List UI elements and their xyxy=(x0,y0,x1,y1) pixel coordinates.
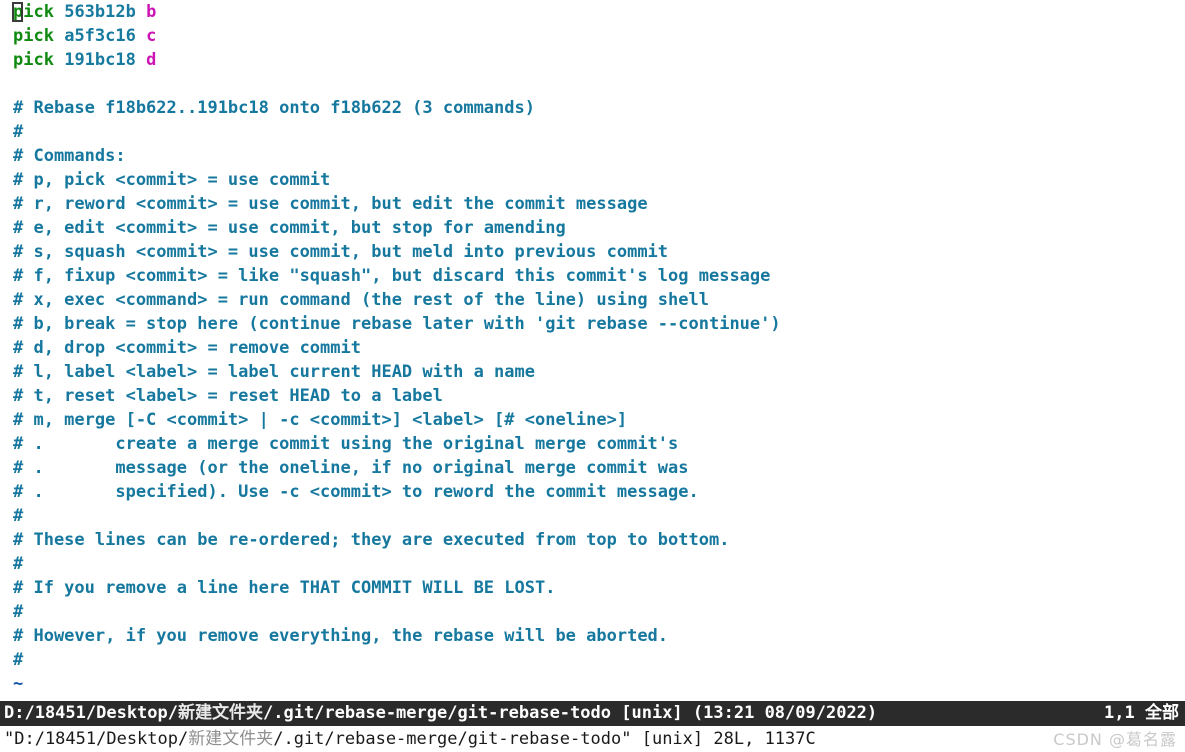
buffer-line[interactable]: # x, exec <command> = run command (the r… xyxy=(0,288,1185,312)
scroll-indicator: 全部 xyxy=(1145,703,1179,723)
cmdline-path-rest: /.git/rebase-merge/git-rebase-todo" xyxy=(273,729,632,749)
block-cursor: pick xyxy=(12,0,54,24)
buffer-line[interactable]: # e, edit <commit> = use commit, but sto… xyxy=(0,216,1185,240)
buffer-line[interactable]: # . create a merge commit using the orig… xyxy=(0,432,1185,456)
text-buffer[interactable]: pick 563b12b b pick a5f3c16 c pick 191bc… xyxy=(0,0,1185,701)
status-path-prefix: D:/18451/Desktop/ xyxy=(4,703,178,723)
status-timestamp: (13:21 08/09/2022) xyxy=(692,703,878,723)
buffer-line[interactable]: # xyxy=(0,120,1185,144)
status-line: D:/18451/Desktop/新建文件夹/.git/rebase-merge… xyxy=(0,701,1185,726)
buffer-line[interactable]: # xyxy=(0,504,1185,528)
status-path-cjk: 新建文件夹 xyxy=(178,703,263,723)
commit-message[interactable]: d xyxy=(146,50,156,70)
buffer-line[interactable]: # . specified). Use -c <commit> to rewor… xyxy=(0,480,1185,504)
buffer-line[interactable]: # r, reword <commit> = use commit, but e… xyxy=(0,192,1185,216)
cmdline-path-cjk: 新建文件夹 xyxy=(188,729,274,749)
rebase-command-keyword[interactable]: pick xyxy=(13,50,54,70)
commit-message[interactable]: c xyxy=(146,26,156,46)
end-of-buffer-tilde: ~ xyxy=(13,674,24,694)
buffer-line[interactable] xyxy=(0,72,1185,96)
buffer-line[interactable]: # If you remove a line here THAT COMMIT … xyxy=(0,576,1185,600)
buffer-line[interactable]: # However, if you remove everything, the… xyxy=(0,624,1185,648)
cmdline-path-open: "D:/18451/Desktop/ xyxy=(4,729,189,749)
buffer-line[interactable]: # b, break = stop here (continue rebase … xyxy=(0,312,1185,336)
todo-line[interactable]: pick a5f3c16 c xyxy=(0,24,1185,48)
buffer-line[interactable]: # m, merge [-C <commit> | -c <commit>] <… xyxy=(0,408,1185,432)
status-file-info: D:/18451/Desktop/新建文件夹/.git/rebase-merge… xyxy=(0,701,877,726)
cursor-position: 1,1 xyxy=(1104,703,1135,723)
cmdline-file-format: [unix] xyxy=(641,729,704,749)
buffer-line[interactable]: # xyxy=(0,600,1185,624)
commit-hash[interactable]: 191bc18 xyxy=(64,50,136,70)
rebase-command-keyword[interactable]: pick xyxy=(13,2,54,22)
buffer-line[interactable]: # s, squash <commit> = use commit, but m… xyxy=(0,240,1185,264)
buffer-line[interactable]: # l, label <label> = label current HEAD … xyxy=(0,360,1185,384)
status-path-suffix: /.git/rebase-merge/git-rebase-todo xyxy=(263,703,611,723)
buffer-line[interactable]: # Rebase f18b622..191bc18 onto f18b622 (… xyxy=(0,96,1185,120)
cmdline-file-stats: 28L, 1137C xyxy=(713,729,816,749)
commit-hash[interactable]: a5f3c16 xyxy=(64,26,136,46)
todo-line[interactable]: pick 191bc18 d xyxy=(0,48,1185,72)
commit-hash[interactable]: 563b12b xyxy=(64,2,136,22)
rebase-command-keyword[interactable]: pick xyxy=(13,26,54,46)
buffer-line[interactable]: # d, drop <commit> = remove commit xyxy=(0,336,1185,360)
status-file-format: [unix] xyxy=(621,703,683,723)
buffer-line[interactable]: # Commands: xyxy=(0,144,1185,168)
buffer-line[interactable]: # p, pick <commit> = use commit xyxy=(0,168,1185,192)
commit-message[interactable]: b xyxy=(146,2,156,22)
buffer-line[interactable]: # These lines can be re-ordered; they ar… xyxy=(0,528,1185,552)
buffer-line[interactable]: # t, reset <label> = reset HEAD to a lab… xyxy=(0,384,1185,408)
status-position-info: 1,1 全部 xyxy=(1104,701,1185,726)
buffer-line[interactable]: # f, fixup <commit> = like "squash", but… xyxy=(0,264,1185,288)
todo-line[interactable]: pick 563b12b b xyxy=(0,0,1185,24)
command-line[interactable]: "D:/18451/Desktop/新建文件夹/.git/rebase-merg… xyxy=(0,727,1185,752)
buffer-line[interactable]: # xyxy=(0,648,1185,672)
buffer-line[interactable]: # . message (or the oneline, if no origi… xyxy=(0,456,1185,480)
vim-editor-window[interactable]: pick 563b12b b pick a5f3c16 c pick 191bc… xyxy=(0,0,1185,752)
buffer-line[interactable]: # xyxy=(0,552,1185,576)
